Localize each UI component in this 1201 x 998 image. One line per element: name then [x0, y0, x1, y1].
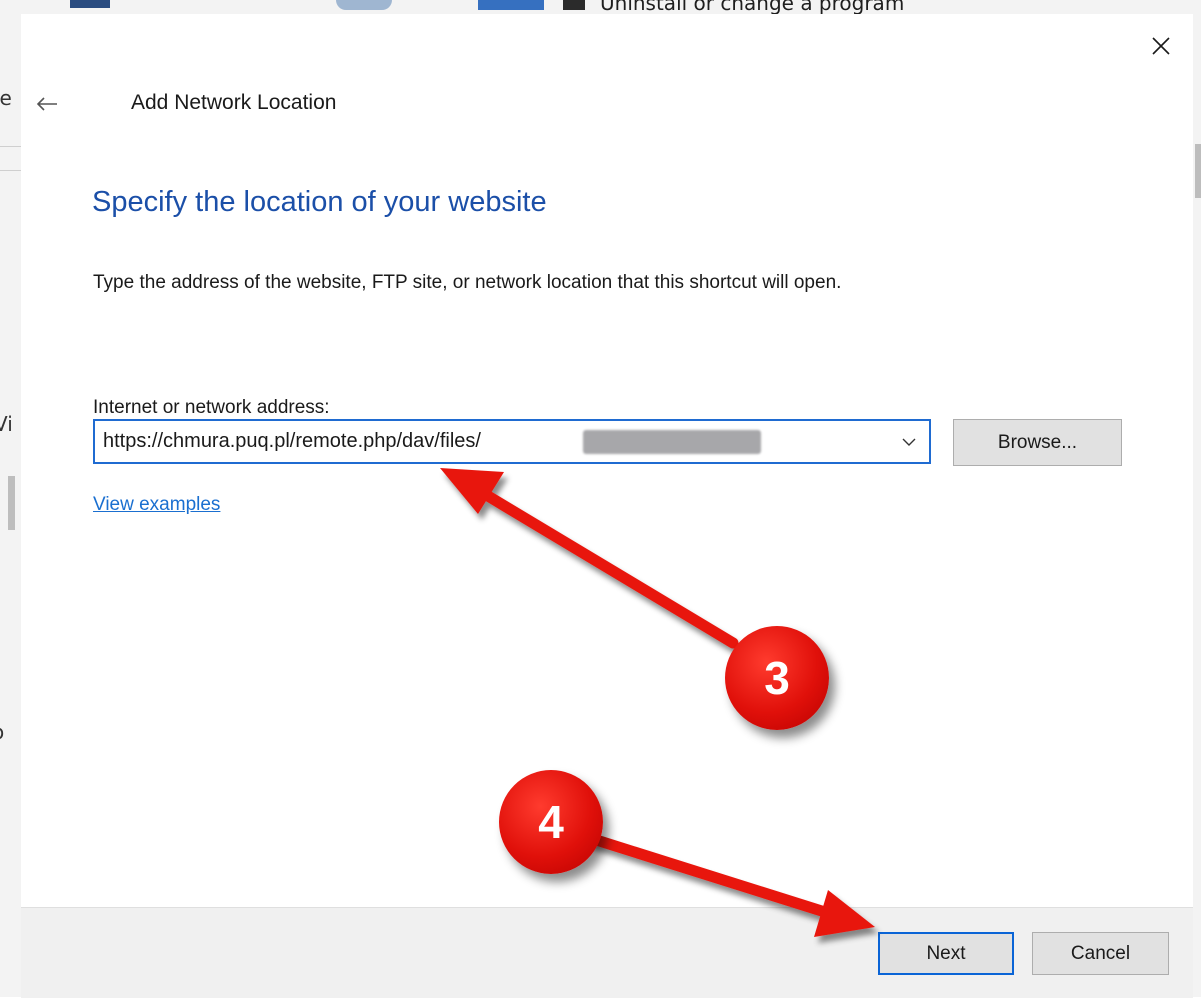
background-window-top: Uninstall or change a program	[0, 0, 1201, 14]
browse-button[interactable]: Browse...	[953, 419, 1122, 466]
address-label: Internet or network address:	[93, 397, 330, 418]
background-icon	[70, 0, 110, 8]
dialog-footer: Next Cancel	[21, 907, 1193, 998]
step-badge-3: 3	[725, 626, 829, 730]
address-dropdown-button[interactable]	[893, 426, 925, 458]
background-divider	[0, 170, 21, 171]
address-value: https://chmura.puq.pl/remote.php/dav/fil…	[103, 430, 481, 452]
chevron-down-icon	[902, 438, 916, 446]
background-text-fragment: Vi	[0, 412, 13, 436]
instruction-text: Type the address of the website, FTP sit…	[93, 272, 842, 293]
page-heading: Specify the location of your website	[92, 186, 547, 218]
background-icon	[563, 0, 585, 10]
address-input[interactable]: https://chmura.puq.pl/remote.php/dav/fil…	[93, 419, 931, 464]
background-icon	[336, 0, 392, 10]
next-button[interactable]: Next	[878, 932, 1014, 975]
dialog-title: Add Network Location	[131, 91, 337, 114]
view-examples-link[interactable]: View examples	[93, 494, 220, 516]
background-window-right	[1193, 14, 1201, 997]
background-text-fragment: o	[0, 720, 4, 744]
background-icon	[478, 0, 544, 10]
background-divider	[0, 146, 21, 147]
close-icon	[1152, 37, 1170, 55]
background-text-fragment: je	[0, 86, 12, 110]
add-network-location-dialog: Add Network Location Specify the locatio…	[21, 14, 1193, 998]
background-title-fragment: Uninstall or change a program	[600, 0, 905, 14]
back-button[interactable]	[29, 86, 65, 122]
background-scroll-fragment	[8, 476, 15, 530]
close-button[interactable]	[1141, 26, 1181, 66]
background-scroll-fragment	[1195, 144, 1201, 198]
background-window-left: je Vi o	[0, 14, 22, 997]
back-arrow-icon	[36, 97, 57, 111]
cancel-button[interactable]: Cancel	[1032, 932, 1169, 975]
step-badge-4: 4	[499, 770, 603, 874]
redacted-username	[583, 430, 761, 454]
